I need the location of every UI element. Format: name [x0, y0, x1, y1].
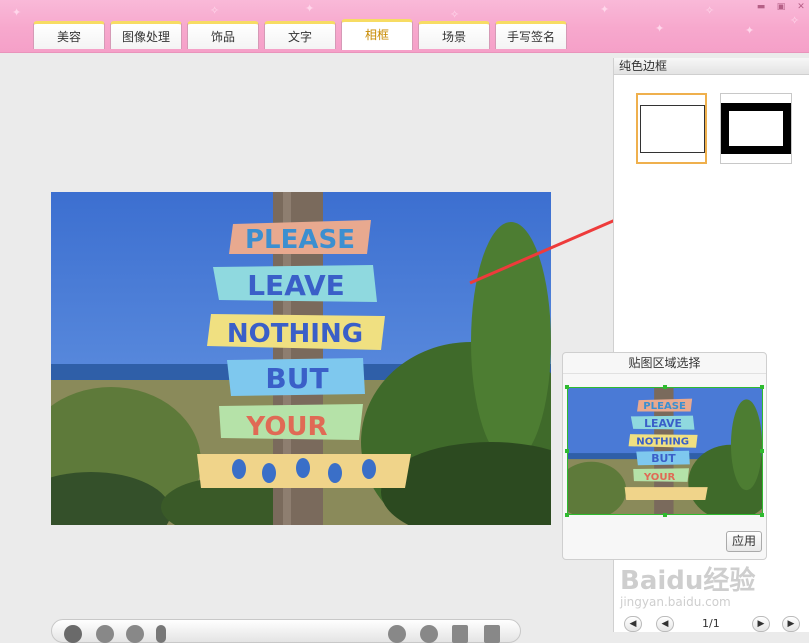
- selection-handle[interactable]: [663, 385, 667, 389]
- thin-border-preview: [640, 105, 705, 153]
- sign-text: YOUR: [643, 472, 676, 483]
- rotate-left-icon[interactable]: [388, 625, 406, 643]
- tab-beauty[interactable]: 美容: [33, 21, 105, 49]
- zoom-out-icon[interactable]: [96, 625, 114, 643]
- sign-text: YOUR: [245, 412, 327, 442]
- sign-board: [624, 487, 708, 500]
- paste-area-title: 贴图区域选择: [563, 353, 766, 374]
- sign-text: PLEASE: [643, 401, 686, 412]
- main-photo[interactable]: PLEASE LEAVE NOTHING BUT YOUR: [51, 192, 551, 525]
- sign-text: NOTHING: [227, 319, 363, 349]
- zoom-in-icon[interactable]: [126, 625, 144, 643]
- tab-handwritten-signature[interactable]: 手写签名: [495, 21, 567, 49]
- star-decoration-icon: ✦: [600, 3, 610, 16]
- star-decoration-icon: ✧: [450, 8, 460, 21]
- sign-text: NOTHING: [636, 437, 689, 448]
- sign-text: PLEASE: [245, 225, 355, 255]
- selection-handle[interactable]: [663, 513, 667, 517]
- star-decoration-icon: ✧: [790, 14, 800, 27]
- sign-text: LEAVE: [247, 269, 345, 302]
- selection-handle[interactable]: [565, 385, 569, 389]
- panel-title: 纯色边框: [614, 58, 809, 75]
- sign-text: LEAVE: [644, 417, 682, 430]
- selection-handle[interactable]: [760, 385, 764, 389]
- move-icon[interactable]: [156, 625, 166, 643]
- star-decoration-icon: ✦: [745, 24, 755, 37]
- frame-thumb-thick-border[interactable]: [720, 93, 792, 164]
- minimize-icon[interactable]: ▬: [756, 3, 766, 12]
- next-page-button[interactable]: ▶: [752, 616, 770, 632]
- star-decoration-icon: ✦: [12, 6, 22, 19]
- star-decoration-icon: ✧: [210, 4, 220, 17]
- selection-handle[interactable]: [760, 513, 764, 517]
- selection-handle[interactable]: [760, 449, 764, 453]
- crop-icon[interactable]: [452, 625, 468, 643]
- bottom-toolbar: [51, 619, 521, 643]
- tab-frames[interactable]: 相框: [341, 19, 413, 50]
- star-decoration-icon: ✦: [655, 22, 665, 35]
- restore-icon[interactable]: ▣: [776, 3, 786, 12]
- close-icon[interactable]: ✕: [796, 3, 806, 12]
- thick-border-preview: [721, 103, 791, 154]
- thick-border-inner: [729, 111, 783, 146]
- frame-thumb-thin-border[interactable]: [636, 93, 707, 164]
- tab-image-processing[interactable]: 图像处理: [110, 21, 182, 49]
- star-decoration-icon: ✦: [305, 2, 315, 15]
- paste-area-preview[interactable]: PLEASE LEAVE NOTHING BUT YOUR: [567, 387, 763, 515]
- sign-text: BUT: [651, 452, 676, 465]
- tab-text[interactable]: 文字: [264, 21, 336, 49]
- selection-handle[interactable]: [565, 449, 569, 453]
- pager: ◀ ◀ 1/1 ▶ ▶: [614, 616, 809, 632]
- tab-scenes[interactable]: 场景: [418, 21, 490, 49]
- grid-icon[interactable]: [64, 625, 82, 643]
- rotate-right-icon[interactable]: [420, 625, 438, 643]
- top-toolbar: ✦ ✧ ✦ ✧ ✦ ✦ ✧ ✦ ✧ ▬ ▣ ✕ 美容 图像处理 饰品 文字 相框…: [0, 0, 809, 53]
- last-page-button[interactable]: ▶: [782, 616, 800, 632]
- tab-accessories[interactable]: 饰品: [187, 21, 259, 49]
- fit-screen-icon[interactable]: [484, 625, 500, 643]
- sign-text: BUT: [265, 362, 328, 395]
- paste-area-panel: 贴图区域选择 PLEASE LEAVE NOTHING BUT YOUR 应用: [562, 352, 767, 560]
- star-decoration-icon: ✧: [705, 4, 715, 17]
- first-page-button[interactable]: ◀: [624, 616, 642, 632]
- prev-page-button[interactable]: ◀: [656, 616, 674, 632]
- page-number: 1/1: [702, 617, 720, 630]
- apply-button[interactable]: 应用: [726, 531, 762, 552]
- selection-handle[interactable]: [565, 513, 569, 517]
